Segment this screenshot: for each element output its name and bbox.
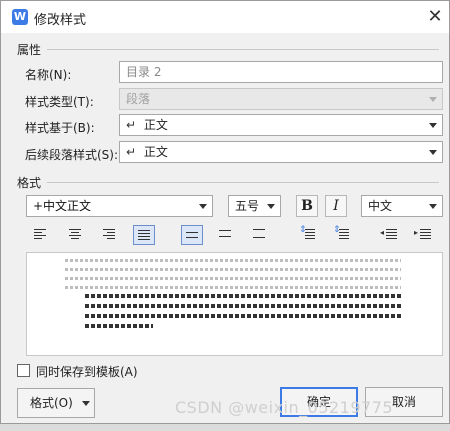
divider [47, 49, 439, 50]
single-spacing-button[interactable] [181, 225, 203, 245]
preview-previous-paragraph [27, 266, 442, 273]
double-spacing-button[interactable] [249, 225, 271, 245]
decrease-indent-button[interactable]: ◂ [379, 225, 401, 245]
modify-style-dialog: W 修改样式 ✕ 属性 名称(N): 目录 2 样式类型(T): 段落 样式基于… [0, 0, 450, 424]
justify-icon [138, 230, 150, 242]
chevron-down-icon [429, 150, 437, 155]
align-right-icon [103, 229, 115, 241]
based-on-select[interactable]: ↵ 正文 [119, 114, 443, 136]
preview-previous-paragraph [27, 275, 442, 282]
chevron-down-icon [429, 97, 437, 102]
arrow-left-icon: ◂ [380, 228, 385, 237]
format-section-label: 格式 [17, 176, 42, 190]
name-value: 目录 2 [126, 65, 162, 79]
chevron-down-icon [82, 401, 90, 406]
increase-indent-button[interactable]: ▸ [413, 225, 435, 245]
font-size-select[interactable]: 五号 [228, 195, 281, 217]
next-style-select[interactable]: ↵ 正文 [119, 141, 443, 163]
based-on-value: 正文 [143, 118, 168, 132]
paragraph-mark-icon: ↵ [126, 118, 137, 132]
align-center-icon [69, 229, 81, 241]
one-half-spacing-button[interactable] [215, 225, 237, 245]
script-value: 中文 [368, 199, 393, 213]
preview-sample-text [27, 293, 442, 300]
align-center-button[interactable] [65, 225, 87, 245]
chevron-down-icon [429, 123, 437, 128]
font-size-value: 五号 [235, 199, 260, 213]
arrow-right-icon: ▸ [414, 228, 419, 237]
line-spacing-single-icon [186, 232, 198, 240]
style-type-label: 样式类型(T): [25, 95, 94, 109]
style-type-select[interactable]: 段落 [119, 88, 443, 110]
align-right-button[interactable] [99, 225, 121, 245]
style-preview [26, 252, 443, 356]
paragraph-mark-icon: ↵ [126, 145, 137, 159]
preview-previous-paragraph [27, 284, 442, 291]
bold-button[interactable]: B [296, 195, 318, 217]
format-menu-label: 格式(O) [30, 396, 73, 410]
increase-para-spacing-button[interactable]: ⇕ [297, 225, 319, 245]
name-label: 名称(N): [25, 68, 72, 82]
save-to-template-checkbox[interactable] [17, 364, 30, 377]
format-menu-button[interactable]: 格式(O) [17, 388, 95, 418]
chevron-down-icon [429, 204, 437, 209]
justify-button[interactable] [133, 225, 155, 245]
next-style-label: 后续段落样式(S): [25, 148, 119, 162]
font-name-value: +中文正文 [33, 199, 92, 213]
preview-previous-paragraph [27, 257, 442, 264]
properties-section-label: 属性 [17, 43, 42, 57]
align-left-icon [34, 229, 46, 241]
arrow-updown-icon: ⇕ [333, 225, 341, 235]
preview-sample-text [27, 323, 442, 330]
preview-sample-text [27, 303, 442, 310]
next-style-value: 正文 [143, 145, 168, 159]
title-bar: W 修改样式 ✕ [1, 1, 449, 33]
outdent-icon [386, 229, 397, 241]
preview-sample-text [27, 313, 442, 320]
close-icon[interactable]: ✕ [423, 5, 447, 29]
name-field[interactable]: 目录 2 [119, 61, 443, 83]
style-type-value: 段落 [126, 92, 151, 106]
wps-writer-icon: W [12, 9, 28, 25]
line-spacing-onehalf-icon [219, 230, 231, 239]
chevron-down-icon [267, 204, 275, 209]
font-name-select[interactable]: +中文正文 [26, 195, 213, 217]
divider [47, 182, 439, 183]
dialog-title: 修改样式 [34, 13, 87, 28]
line-spacing-double-icon [253, 229, 265, 240]
script-select[interactable]: 中文 [361, 195, 443, 217]
arrow-updown-icon: ⇕ [299, 225, 307, 235]
decrease-para-spacing-button[interactable]: ⇕ [331, 225, 353, 245]
watermark: CSDN @weixin_05219775 [175, 398, 394, 417]
italic-button[interactable]: I [325, 195, 347, 217]
save-to-template-label: 同时保存到模板(A) [36, 365, 138, 379]
chevron-down-icon [199, 204, 207, 209]
based-on-label: 样式基于(B): [25, 121, 95, 135]
indent-icon [420, 229, 431, 241]
align-left-button[interactable] [30, 225, 52, 245]
